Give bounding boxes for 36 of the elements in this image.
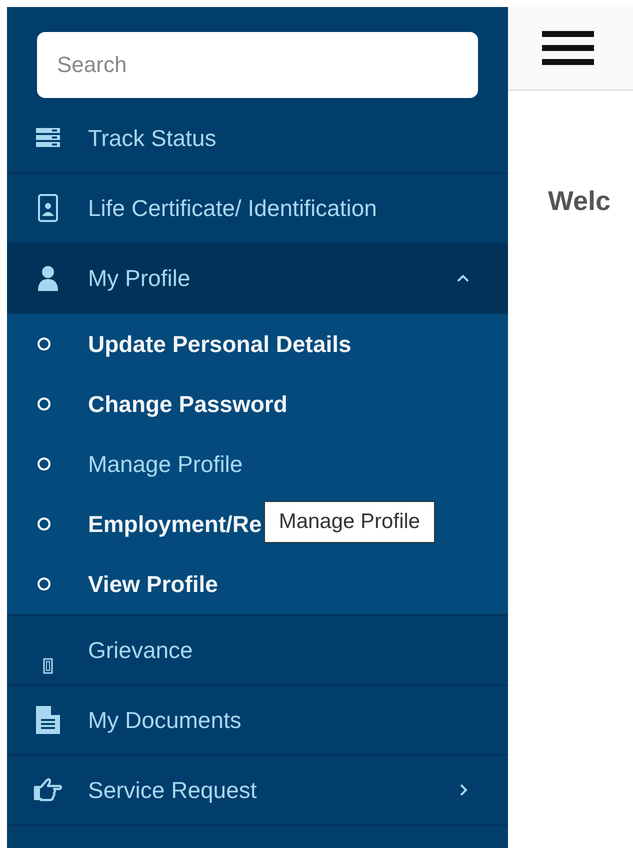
circle-icon xyxy=(37,397,51,411)
submenu-item[interactable]: View Profile xyxy=(7,554,508,614)
menu-label: Life Certificate/ Identification xyxy=(88,194,378,222)
circle-icon xyxy=(37,517,51,531)
menu-item[interactable]: Service Request xyxy=(7,756,508,826)
user-icon xyxy=(36,265,58,291)
menu-item[interactable]: Track Status xyxy=(7,104,508,174)
menu-item[interactable]: Grievance xyxy=(7,616,508,686)
submenu-label: Manage Profile xyxy=(88,450,243,478)
welcome-heading: Welc xyxy=(547,186,612,217)
menu-label: My Documents xyxy=(88,706,242,734)
menu-label: Track Status xyxy=(88,124,218,152)
server-icon xyxy=(36,128,60,148)
search-field[interactable]: Search xyxy=(37,32,478,98)
submenu-label: View Profile xyxy=(88,570,218,598)
circle-icon xyxy=(37,337,51,351)
menu-label: Service Request xyxy=(88,776,258,804)
submenu-item[interactable]: Manage Profile xyxy=(7,434,508,494)
menu-label: My Profile xyxy=(88,264,192,292)
menu-item[interactable]: My Documents xyxy=(7,686,508,756)
menu-label: Grievance xyxy=(88,636,194,664)
submenu-label: Update Personal Details xyxy=(88,330,352,358)
document-icon xyxy=(36,706,60,734)
circle-icon xyxy=(37,457,51,471)
id-badge-icon xyxy=(38,194,58,222)
pointing-hand-icon xyxy=(32,778,62,802)
menu-icon[interactable] xyxy=(542,31,594,65)
circle-icon xyxy=(37,577,51,591)
menu-item[interactable]: My Profile xyxy=(7,244,508,314)
submenu-item[interactable]: Update Personal Details xyxy=(7,314,508,374)
submenu-item[interactable]: Change Password xyxy=(7,374,508,434)
submenu-label: Employment/Re xyxy=(88,510,262,538)
tooltip: Manage Profile xyxy=(264,501,436,543)
submenu-item[interactable]: Employment/Re Manage Profile xyxy=(7,494,508,554)
submenu-label: Change Password xyxy=(88,390,288,418)
missing-glyph-icon xyxy=(42,658,52,674)
